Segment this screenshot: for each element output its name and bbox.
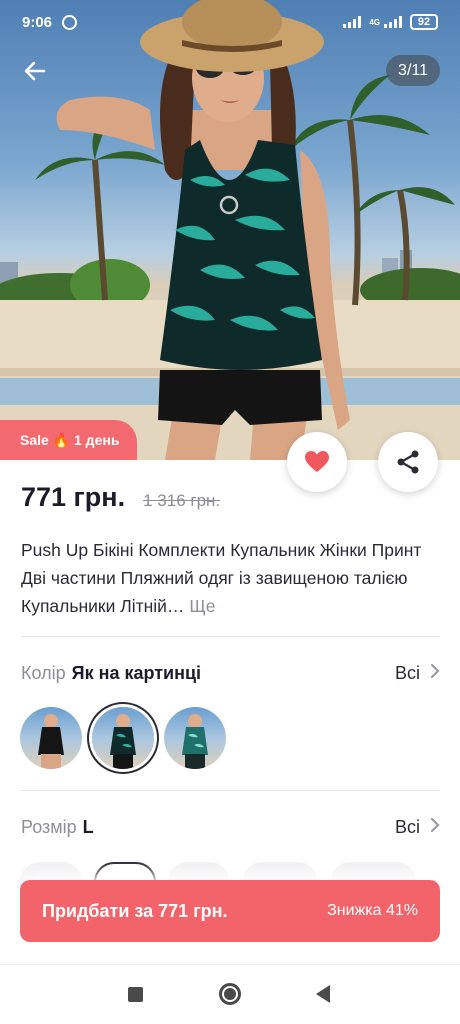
status-bar: 9:06 4G 92	[0, 0, 460, 44]
product-title[interactable]: Push Up Бікіні Комплекти Купальник Жінки…	[21, 536, 441, 620]
size-label: Розмір	[21, 816, 77, 837]
buy-label: Придбати за 771 грн.	[42, 900, 228, 921]
system-nav-bar	[0, 964, 460, 1024]
network-type: 4G	[369, 17, 380, 27]
color-swatches	[20, 707, 226, 769]
color-option-row[interactable]: Колір Як на картинці Всі	[21, 659, 440, 687]
size-option-row[interactable]: Розмір L Всі	[21, 813, 440, 841]
clock: 9:06	[22, 13, 53, 31]
product-image[interactable]: 9:06 4G 92 3/11 Sale 🔥 1 день	[0, 0, 460, 460]
heart-icon	[305, 451, 329, 472]
alarm-icon	[62, 14, 78, 30]
share-button[interactable]	[378, 432, 438, 492]
battery-icon: 92	[410, 14, 438, 30]
signal-icon	[343, 16, 362, 28]
chevron-right-icon	[430, 663, 440, 684]
current-price: 771 грн.	[21, 482, 126, 512]
discount-label: Знижка 41%	[327, 902, 418, 919]
size-value: L	[82, 816, 94, 837]
color-swatch-black[interactable]	[20, 707, 82, 769]
old-price: 1 316 грн.	[143, 491, 221, 510]
favorite-button[interactable]	[287, 432, 347, 492]
arrow-left-icon	[24, 61, 46, 81]
sale-badge: Sale 🔥 1 день	[0, 420, 138, 460]
system-back-button[interactable]	[316, 985, 330, 1003]
divider	[21, 636, 440, 637]
divider	[21, 790, 440, 791]
color-all-link[interactable]: Всі	[395, 663, 420, 684]
image-counter: 3/11	[386, 55, 440, 86]
color-value: Як на картинці	[71, 662, 202, 683]
color-swatch-teal-tropical[interactable]	[164, 707, 226, 769]
signal-4g-icon	[384, 16, 402, 28]
buy-button[interactable]: Придбати за 771 грн. Знижка 41%	[20, 880, 440, 942]
color-label: Колір	[21, 662, 66, 683]
product-title-text: Push Up Бікіні Комплекти Купальник Жінки…	[21, 540, 422, 616]
recents-button[interactable]	[128, 987, 143, 1002]
price-row: 771 грн. 1 316 грн.	[21, 482, 220, 513]
share-icon	[397, 450, 419, 474]
more-link[interactable]: Ще	[189, 596, 215, 616]
home-button[interactable]	[219, 983, 241, 1005]
size-all-link[interactable]: Всі	[395, 817, 420, 838]
color-swatch-green-tropical[interactable]	[92, 707, 154, 769]
back-button[interactable]	[20, 56, 50, 86]
chevron-right-icon	[430, 817, 440, 838]
